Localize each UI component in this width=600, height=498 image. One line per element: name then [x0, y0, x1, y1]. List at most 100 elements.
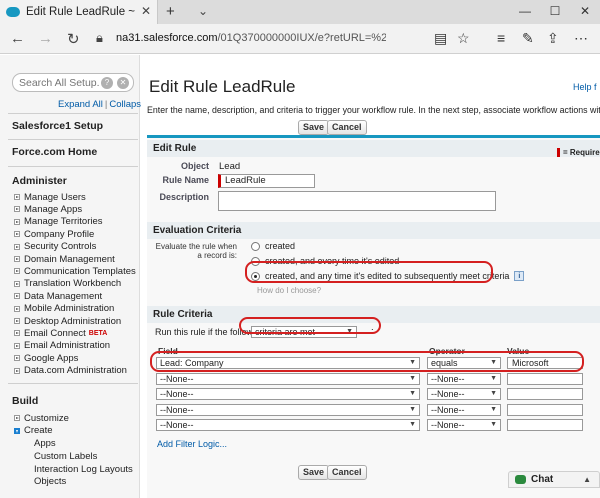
expand-arrow-icon[interactable] — [14, 330, 20, 337]
field-select[interactable]: --None-- ▼ — [156, 419, 420, 431]
sidebar-item[interactable]: Google Apps — [14, 352, 78, 364]
expand-arrow-icon[interactable] — [14, 194, 20, 200]
expand-arrow-icon[interactable] — [14, 218, 20, 225]
field-select[interactable]: Lead: Company ▼ — [156, 357, 420, 369]
operator-select[interactable]: equals ▼ — [427, 357, 501, 369]
web-note-icon[interactable]: ✎ — [522, 30, 534, 47]
radio-button[interactable] — [251, 271, 260, 281]
sidebar-item[interactable]: Security Controls — [14, 241, 96, 253]
sidebar-item[interactable]: Desktop Administration — [14, 315, 121, 327]
rule-name-input[interactable]: LeadRule — [218, 174, 315, 188]
field-select[interactable]: --None-- ▼ — [156, 372, 420, 385]
value-input[interactable]: Microsoft — [507, 357, 583, 369]
clear-search-icon[interactable]: ✕ — [117, 77, 129, 89]
back-icon[interactable]: ← — [10, 30, 25, 47]
operator-select[interactable]: --None-- ▼ — [427, 372, 501, 385]
save-button-bottom[interactable]: Save — [298, 465, 330, 480]
expand-all-link[interactable]: Expand All — [58, 99, 103, 110]
force-home-link[interactable]: Force.com Home — [12, 146, 97, 158]
forward-icon[interactable]: → — [38, 30, 53, 47]
how-do-i-choose-link[interactable]: How do I choose? — [257, 286, 321, 295]
reading-view-icon[interactable]: ▤ — [434, 30, 447, 47]
chat-widget[interactable]: Chat ▲ — [508, 471, 600, 488]
info-icon[interactable]: i — [514, 271, 525, 281]
field-select[interactable]: --None-- ▼ — [156, 403, 420, 416]
value-input[interactable] — [507, 372, 583, 385]
sidebar-item[interactable]: Manage Users — [14, 191, 86, 203]
expand-arrow-icon[interactable] — [14, 206, 20, 213]
sidebar-item[interactable]: Customize — [14, 412, 69, 424]
close-tab-icon[interactable]: ✕ — [141, 4, 151, 18]
collapse-arrow-icon[interactable] — [14, 427, 20, 434]
hub-icon[interactable]: ≡ — [497, 30, 505, 46]
operator-select[interactable]: --None-- ▼ — [427, 388, 501, 400]
criteria-select[interactable]: criteria are met ▼ — [251, 326, 357, 338]
required-legend: = Require — [557, 144, 600, 161]
expand-arrow-icon[interactable] — [14, 305, 20, 312]
chevron-down-icon[interactable]: ⌄ — [198, 4, 208, 18]
setup-search[interactable]: ? ✕ — [12, 73, 134, 92]
sidebar-subitem[interactable]: Interaction Log Layouts — [34, 464, 133, 475]
close-window-icon[interactable]: ✕ — [570, 0, 600, 24]
sidebar-subitem[interactable]: Apps — [34, 438, 56, 449]
expand-arrow-icon[interactable] — [14, 415, 20, 421]
expand-arrow-icon[interactable] — [14, 256, 20, 262]
evaluation-option[interactable]: created, and every time it's edited — [251, 256, 399, 266]
new-tab-icon[interactable]: + — [166, 3, 175, 20]
sidebar-item[interactable]: Domain Management — [14, 253, 115, 265]
minimize-icon[interactable]: — — [510, 0, 540, 24]
chevron-down-icon: ▼ — [409, 421, 416, 428]
sidebar-item[interactable]: Mobile Administration — [14, 303, 114, 315]
sidebar-item[interactable]: Manage Territories — [14, 216, 103, 228]
expand-arrow-icon[interactable] — [14, 243, 20, 250]
evaluation-option[interactable]: created — [251, 241, 295, 251]
run-rule-label: Run this rule if the following — [155, 327, 266, 337]
evaluation-option[interactable]: created, and any time it's edited to sub… — [251, 271, 525, 281]
browser-tab[interactable]: Edit Rule LeadRule ~ sal ✕ — [0, 0, 158, 24]
sidebar-item[interactable]: Communication Templates — [14, 265, 136, 277]
expand-arrow-icon[interactable] — [14, 355, 20, 362]
value-input[interactable] — [507, 388, 583, 400]
operator-select[interactable]: --None-- ▼ — [427, 419, 501, 431]
add-filter-logic-link[interactable]: Add Filter Logic... — [157, 439, 227, 449]
salesforce1-setup-link[interactable]: Salesforce1 Setup — [12, 120, 103, 132]
sidebar-item[interactable]: Company Profile — [14, 228, 94, 240]
maximize-icon[interactable]: ☐ — [540, 0, 570, 24]
expand-arrow-icon[interactable] — [14, 268, 20, 275]
sidebar-item[interactable]: Email Administration — [14, 340, 110, 352]
sidebar-item[interactable]: Create — [14, 425, 53, 437]
sidebar-item-label: Manage Apps — [24, 203, 83, 215]
sidebar-item-label: Create — [24, 425, 53, 436]
expand-arrow-icon[interactable] — [14, 367, 20, 374]
radio-button[interactable] — [251, 241, 260, 251]
expand-arrow-icon[interactable] — [14, 318, 20, 324]
share-icon[interactable]: ⇪ — [547, 30, 559, 47]
value-input[interactable] — [507, 419, 583, 431]
sidebar-item[interactable]: Translation Workbench — [14, 278, 121, 290]
more-icon[interactable]: ⋯ — [574, 30, 588, 47]
expand-arrow-icon[interactable] — [14, 231, 20, 238]
refresh-icon[interactable]: ↻ — [67, 30, 80, 48]
help-circle-icon[interactable]: ? — [101, 77, 113, 89]
expand-arrow-icon[interactable] — [14, 280, 20, 287]
value-input[interactable] — [507, 403, 583, 416]
radio-button[interactable] — [251, 256, 260, 266]
save-button-top[interactable]: Save — [298, 120, 330, 135]
field-select[interactable]: --None-- ▼ — [156, 388, 420, 400]
favorite-star-icon[interactable]: ☆ — [457, 30, 470, 47]
url-field[interactable]: na31.salesforce.com/01Q370000000IUX/e?re… — [116, 32, 386, 44]
expand-arrow-icon[interactable] — [14, 293, 20, 300]
operator-select[interactable]: --None-- ▼ — [427, 403, 501, 416]
sidebar-item[interactable]: Manage Apps — [14, 203, 82, 215]
cancel-button-bottom[interactable]: Cancel — [327, 465, 367, 480]
help-link[interactable]: Help f — [573, 82, 597, 92]
sidebar-item[interactable]: Data.com Administration — [14, 365, 127, 377]
sidebar-subitem[interactable]: Custom Labels — [34, 451, 97, 462]
cancel-button-top[interactable]: Cancel — [327, 120, 367, 135]
description-textarea[interactable] — [218, 191, 496, 211]
sidebar-item[interactable]: Email Connect BETA — [14, 327, 107, 339]
sidebar-subitem[interactable]: Objects — [34, 476, 66, 487]
setup-search-input[interactable] — [19, 76, 99, 90]
sidebar-item[interactable]: Data Management — [14, 290, 102, 302]
expand-arrow-icon[interactable] — [14, 342, 20, 349]
